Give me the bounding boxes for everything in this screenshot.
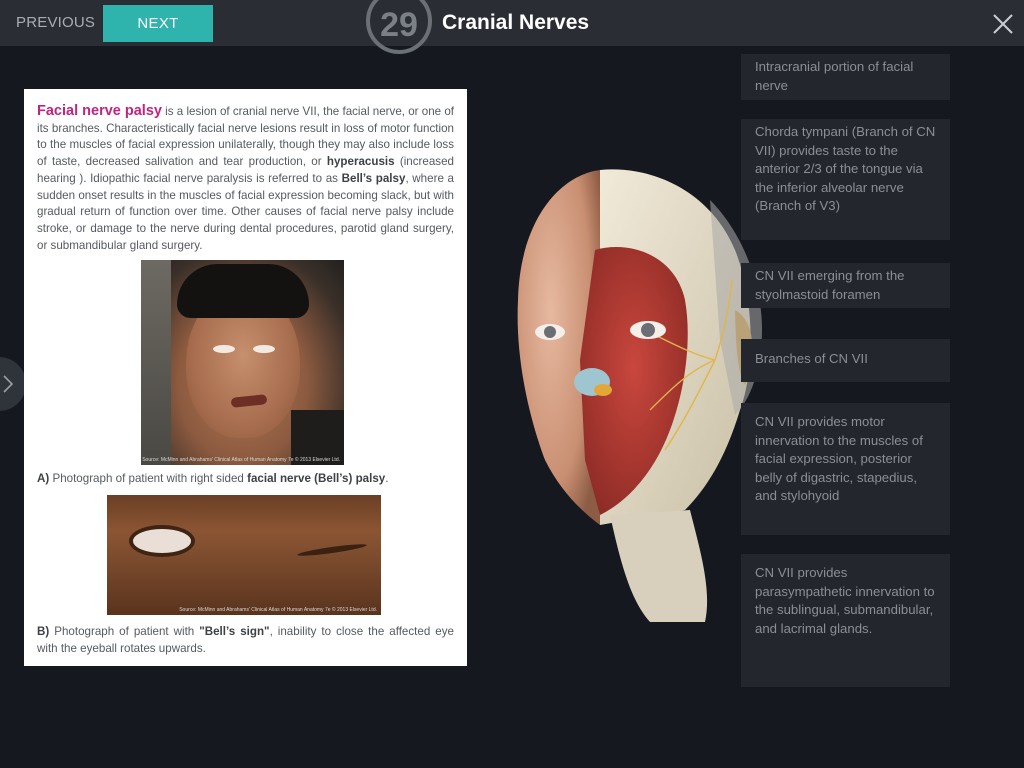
close-icon xyxy=(993,14,1013,34)
article-paragraph: Facial nerve palsy is a lesion of crania… xyxy=(37,103,454,254)
photo-source-credit: Source: McMinn and Abrahams' Clinical At… xyxy=(142,457,340,463)
caption-text: Photograph of patient with xyxy=(49,625,200,638)
photo-source-credit: Source: McMinn and Abrahams' Clinical At… xyxy=(179,607,377,613)
term-hyperacusis: hyperacusis xyxy=(326,155,395,169)
term-bells-palsy: Bell’s palsy xyxy=(341,171,406,185)
article-card: Facial nerve palsy is a lesion of crania… xyxy=(24,89,467,666)
caption-bold: facial nerve (Bell’s) palsy xyxy=(247,472,386,485)
chapter-title: Cranial Nerves xyxy=(442,11,590,34)
label-motor-innervation[interactable]: CN VII provides motor innervation to the… xyxy=(741,403,950,535)
term-facial-nerve-palsy: Facial nerve palsy xyxy=(37,103,162,119)
caption-label: A) xyxy=(37,472,50,485)
close-button[interactable] xyxy=(990,11,1016,37)
next-button[interactable]: NEXT xyxy=(103,5,213,42)
patient-eyes-photo: Source: McMinn and Abrahams' Clinical At… xyxy=(107,495,381,615)
caption-bold: "Bell’s sign" xyxy=(199,625,270,638)
chapter-number-badge: 29 xyxy=(366,0,432,54)
previous-button[interactable]: PREVIOUS xyxy=(16,14,95,31)
label-parasympathetic-innervation[interactable]: CN VII provides parasympathetic innervat… xyxy=(741,554,950,687)
label-branches-cn-vii[interactable]: Branches of CN VII xyxy=(741,339,950,382)
caption-label: B) xyxy=(37,625,50,638)
label-chorda-tympani[interactable]: Chorda tympani (Branch of CN VII) provid… xyxy=(741,119,950,240)
label-stylomastoid-foramen[interactable]: CN VII emerging from the styolmastoid fo… xyxy=(741,263,950,308)
3d-head-model[interactable] xyxy=(500,160,780,630)
caption-a: A) Photograph of patient with right side… xyxy=(37,472,454,485)
caption-text: Photograph of patient with right sided xyxy=(49,472,248,485)
top-bar: PREVIOUS NEXT 29 Cranial Nerves xyxy=(0,0,1024,54)
chevron-right-icon xyxy=(3,375,14,393)
label-intracranial-facial-nerve[interactable]: Intracranial portion of facial nerve xyxy=(741,54,950,100)
caption-b: B) Photograph of patient with "Bell’s si… xyxy=(37,624,454,657)
side-drawer-handle[interactable] xyxy=(0,357,26,411)
caption-text: . xyxy=(385,472,389,485)
patient-face-photo: Source: McMinn and Abrahams' Clinical At… xyxy=(141,260,344,465)
